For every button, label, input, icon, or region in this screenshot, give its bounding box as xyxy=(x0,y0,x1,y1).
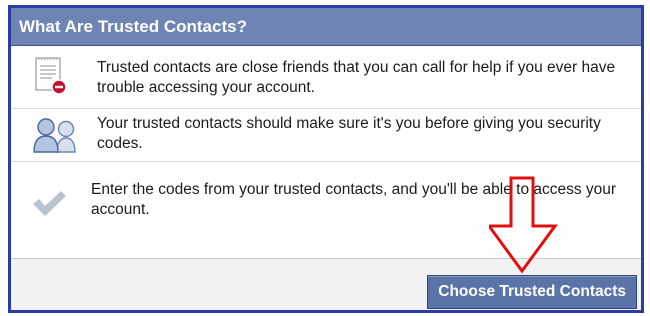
dialog-title: What Are Trusted Contacts? xyxy=(11,8,641,46)
info-row-call-for-help: Trusted contacts are close friends that … xyxy=(11,46,641,109)
info-text: Your trusted contacts should make sure i… xyxy=(97,115,601,152)
info-row-enter-codes: Enter the codes from your trusted contac… xyxy=(11,162,641,254)
info-text: Trusted contacts are close friends that … xyxy=(97,59,616,96)
checkmark-icon xyxy=(31,189,67,222)
trusted-contacts-dialog: What Are Trusted Contacts? Trusted conta… xyxy=(8,5,644,313)
document-blocked-icon xyxy=(31,56,69,101)
info-text: Enter the codes from your trusted contac… xyxy=(91,181,617,218)
choose-trusted-contacts-button[interactable]: Choose Trusted Contacts xyxy=(427,275,637,309)
info-list: Trusted contacts are close friends that … xyxy=(11,46,641,254)
people-icon xyxy=(31,118,77,159)
dialog-footer: Choose Trusted Contacts xyxy=(11,258,641,310)
info-row-verify-identity: Your trusted contacts should make sure i… xyxy=(11,109,641,162)
